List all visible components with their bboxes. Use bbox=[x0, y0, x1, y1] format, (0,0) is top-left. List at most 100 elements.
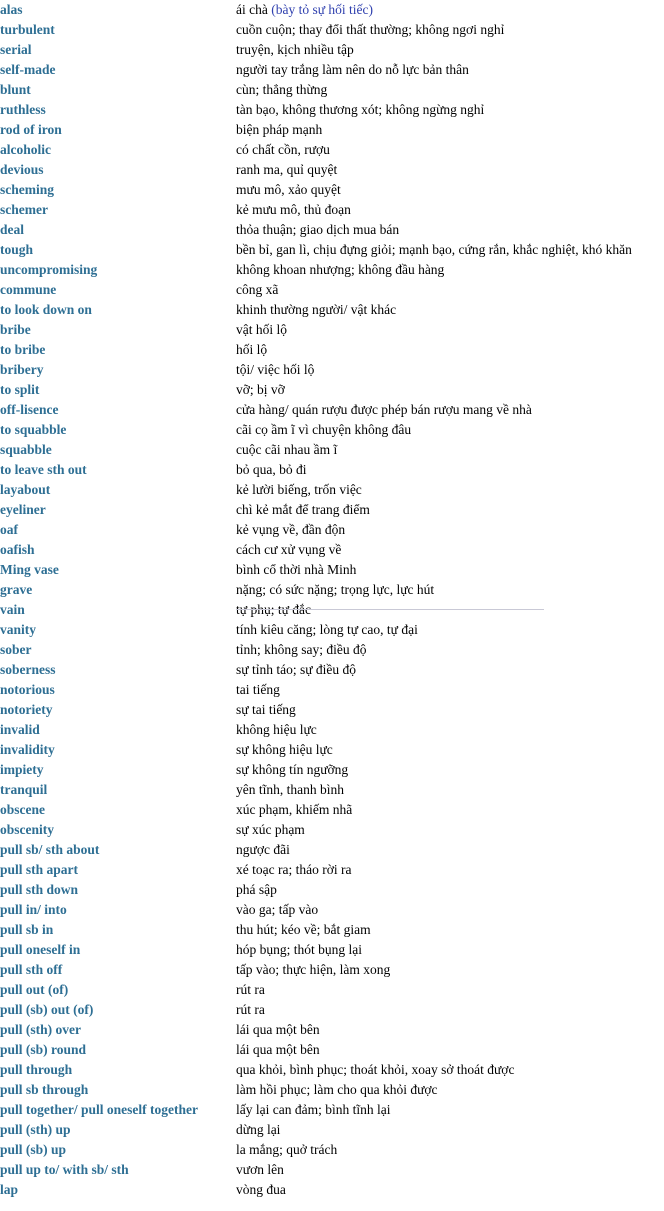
glossary-row: pull (sb) up la mắng; quở trách bbox=[0, 1140, 664, 1160]
glossary-row: pull (sb) round lái qua một bên bbox=[0, 1040, 664, 1060]
term-text: obscenity bbox=[0, 822, 54, 837]
glossary-row: pull up to/ with sb/ sth vươn lên bbox=[0, 1160, 664, 1180]
glossary-row: off-lisence cửa hàng/ quán rượu được phép… bbox=[0, 400, 664, 420]
definition-text: truyện, kịch nhiều tập bbox=[236, 42, 354, 57]
glossary-row: bribery tội/ việc hối lộ bbox=[0, 360, 664, 380]
definition-text: cãi cọ ầm ĩ vì chuyện không đâu bbox=[236, 422, 412, 437]
glossary-row: pull sb/ sth about ngược đãi bbox=[0, 840, 664, 860]
definition-text: biện pháp mạnh bbox=[236, 122, 323, 137]
glossary-row: obscenity sự xúc phạm bbox=[0, 820, 664, 840]
glossary-row: tough bền bỉ, gan lì, chịu đựng giỏi; mạn… bbox=[0, 240, 664, 260]
term-text: invalidity bbox=[0, 742, 55, 757]
glossary-row: turbulent cuồn cuộn; thay đổi thất thường… bbox=[0, 20, 664, 40]
glossary-row: pull out (of) rút ra bbox=[0, 980, 664, 1000]
glossary-table-body: alas ái chà (bày tỏ sự hối tiếc) turbulent… bbox=[0, 0, 664, 1200]
glossary-row: oafish cách cư xử vụng về bbox=[0, 540, 664, 560]
definition-text: cuồn cuộn; thay đổi thất thường; không n… bbox=[236, 22, 505, 37]
definition-text: sự không tín ngưỡng bbox=[236, 762, 349, 777]
definition-text: cuộc cãi nhau ầm ĩ bbox=[236, 442, 338, 457]
term-text: to look down on bbox=[0, 302, 92, 317]
glossary-row: deal thỏa thuận; giao dịch mua bán bbox=[0, 220, 664, 240]
glossary-row: pull sth down phá sập bbox=[0, 880, 664, 900]
definition-text: vật hối lộ bbox=[236, 322, 287, 337]
term-text: rod of iron bbox=[0, 122, 62, 137]
glossary-table: alas ái chà (bày tỏ sự hối tiếc) turbulent… bbox=[0, 0, 664, 1200]
definition-text: mưu mô, xảo quyệt bbox=[236, 182, 341, 197]
glossary-row: pull through qua khỏi, bình phục; thoát k… bbox=[0, 1060, 664, 1080]
glossary-row: pull oneself in hóp bụng; thót bụng lại bbox=[0, 940, 664, 960]
glossary-row: pull (sth) over lái qua một bên bbox=[0, 1020, 664, 1040]
term-text: blunt bbox=[0, 82, 31, 97]
definition-text: kẻ mưu mô, thủ đoạn bbox=[236, 202, 351, 217]
glossary-row: notoriety sự tai tiếng bbox=[0, 700, 664, 720]
term-text: obscene bbox=[0, 802, 45, 817]
term-text: pull (sth) over bbox=[0, 1022, 81, 1037]
glossary-row: eyeliner chì kẻ mắt để trang điểm bbox=[0, 500, 664, 520]
glossary-row: oaf kẻ vụng về, đần độn bbox=[0, 520, 664, 540]
term-text: schemer bbox=[0, 202, 48, 217]
definition-text: la mắng; quở trách bbox=[236, 1142, 338, 1157]
definition-text: tàn bạo, không thương xót; không ngừng n… bbox=[236, 102, 485, 117]
term-text: bribery bbox=[0, 362, 44, 377]
definition-text: vòng đua bbox=[236, 1182, 286, 1197]
definition-text: khinh thường người/ vật khác bbox=[236, 302, 397, 317]
term-text: to leave sth out bbox=[0, 462, 87, 477]
term-text: notoriety bbox=[0, 702, 53, 717]
term-text: eyeliner bbox=[0, 502, 46, 517]
glossary-row: pull sb through làm hồi phục; làm cho qua… bbox=[0, 1080, 664, 1100]
glossary-row: pull (sb) out (of) rút ra bbox=[0, 1000, 664, 1020]
glossary-row: to bribe hối lộ bbox=[0, 340, 664, 360]
glossary-row: lap vòng đua bbox=[0, 1180, 664, 1200]
term-text: notorious bbox=[0, 682, 55, 697]
definition-text: công xã bbox=[236, 282, 279, 297]
glossary-row: devious ranh ma, quỉ quyệt bbox=[0, 160, 664, 180]
definition-text: làm hồi phục; làm cho qua khỏi được bbox=[236, 1082, 438, 1097]
term-text: pull together/ pull oneself together bbox=[0, 1102, 198, 1117]
glossary-row: layabout kẻ lười biếng, trốn việc bbox=[0, 480, 664, 500]
term-text: self-made bbox=[0, 62, 56, 77]
glossary-row: pull together/ pull oneself together lấy … bbox=[0, 1100, 664, 1120]
definition-text: không hiệu lực bbox=[236, 722, 317, 737]
definition-text: vươn lên bbox=[236, 1162, 284, 1177]
term-text: squabble bbox=[0, 442, 52, 457]
definition-text: tai tiếng bbox=[236, 682, 280, 697]
definition-text: hối lộ bbox=[236, 342, 268, 357]
term-text: pull (sth) up bbox=[0, 1122, 71, 1137]
definition-text: hóp bụng; thót bụng lại bbox=[236, 942, 362, 957]
definition-text: thu hút; kéo về; bắt giam bbox=[236, 922, 371, 937]
glossary-row: scheming mưu mô, xảo quyệt bbox=[0, 180, 664, 200]
definition-text: chì kẻ mắt để trang điểm bbox=[236, 502, 370, 517]
definition-text: rút ra bbox=[236, 1002, 265, 1017]
definition-text: tấp vào; thực hiện, làm xong bbox=[236, 962, 391, 977]
definition-text: tính kiêu căng; lòng tự cao, tự đại bbox=[236, 622, 418, 637]
definition-text: cửa hàng/ quán rượu được phép bán rượu m… bbox=[236, 402, 532, 417]
definition-text: tỉnh; không say; điều độ bbox=[236, 642, 367, 657]
glossary-row: pull (sth) up dừng lại bbox=[0, 1120, 664, 1140]
term-text: devious bbox=[0, 162, 44, 177]
definition-text: sự xúc phạm bbox=[236, 822, 305, 837]
term-text: vain bbox=[0, 602, 25, 617]
term-text: lap bbox=[0, 1182, 19, 1197]
term-text: grave bbox=[0, 582, 33, 597]
term-text: pull sth apart bbox=[0, 862, 79, 877]
definition-text: kẻ lười biếng, trốn việc bbox=[236, 482, 362, 497]
glossary-row: pull in/ into vào ga; tấp vào bbox=[0, 900, 664, 920]
definition-text: nặng; có sức nặng; trọng lực, lực hút bbox=[236, 582, 435, 597]
term-text: ruthless bbox=[0, 102, 46, 117]
definition-text: lái qua một bên bbox=[236, 1022, 320, 1037]
glossary-row: self-made người tay trắng làm nên do nỗ l… bbox=[0, 60, 664, 80]
term-text: vanity bbox=[0, 622, 37, 637]
definition-text: người tay trắng làm nên do nỗ lực bản th… bbox=[236, 62, 469, 77]
glossary-row: invalidity sự không hiệu lực bbox=[0, 740, 664, 760]
term-text: to bribe bbox=[0, 342, 46, 357]
term-text: serial bbox=[0, 42, 32, 57]
term-text: bribe bbox=[0, 322, 31, 337]
term-text: pull through bbox=[0, 1062, 73, 1077]
term-text: oaf bbox=[0, 522, 18, 537]
term-text: soberness bbox=[0, 662, 56, 677]
term-text: pull (sb) round bbox=[0, 1042, 87, 1057]
definition-text: dừng lại bbox=[236, 1122, 281, 1137]
glossary-row: to squabble cãi cọ ầm ĩ vì chuyện không đ… bbox=[0, 420, 664, 440]
term-text: sober bbox=[0, 642, 32, 657]
definition-text: cùn; thẳng thừng bbox=[236, 82, 328, 97]
